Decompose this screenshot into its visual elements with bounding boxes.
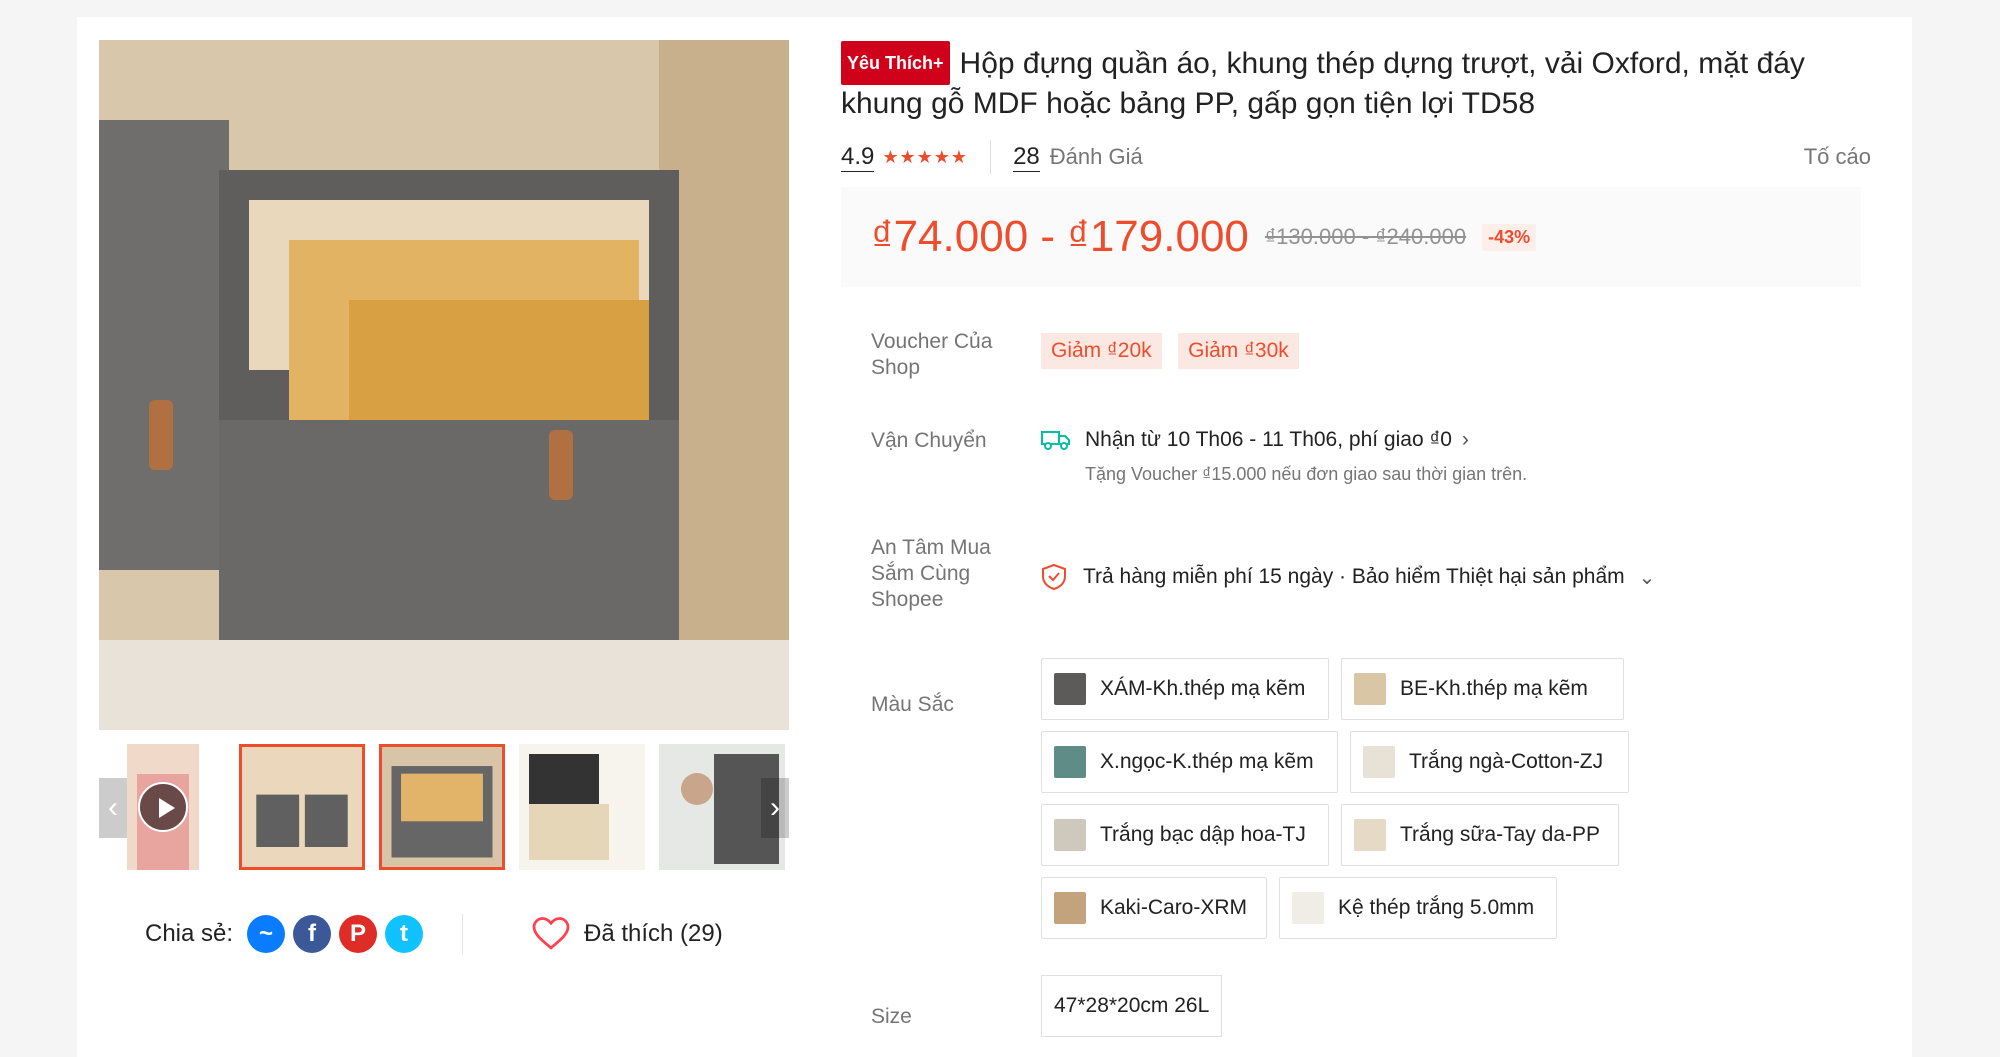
product-card: ‹ › Chia sẻ: ~ f P t Đã thích (29) Yêu T… [77, 17, 1912, 1057]
product-title-text: Hộp đựng quần áo, khung thép dựng trượt,… [841, 47, 1805, 120]
color-swatch [1354, 819, 1386, 851]
size-label: Size [871, 1005, 912, 1028]
share-label: Chia sẻ: [145, 920, 234, 947]
color-option-label: Kaki-Caro-XRM [1100, 896, 1248, 919]
color-option[interactable]: X.ngọc-K.thép mạ kẽm [1041, 731, 1338, 793]
main-product-image[interactable] [99, 40, 789, 730]
color-option-label: X.ngọc-K.thép mạ kẽm [1100, 750, 1314, 773]
star-rating-icon: ★★★★★ [882, 146, 969, 167]
color-option[interactable]: Trắng bạc dập hoa-TJ [1041, 804, 1329, 866]
messenger-icon[interactable]: ~ [247, 915, 286, 953]
current-price: ₫74.000 - ₫179.000 [871, 212, 1249, 261]
voucher-item[interactable]: Giảm ₫30k [1178, 333, 1299, 369]
color-option[interactable]: Trắng sữa-Tay da-PP [1341, 804, 1619, 866]
thumbnail-3[interactable] [519, 744, 645, 870]
favorite-badge: Yêu Thích+ [841, 41, 950, 85]
liked-count: Đã thích (29) [584, 920, 723, 947]
color-option-label: BE-Kh.thép mạ kẽm [1400, 677, 1588, 700]
color-swatch [1054, 746, 1086, 778]
thumbnail-strip: ‹ › [99, 744, 789, 870]
thumbnail-1[interactable] [239, 744, 365, 870]
color-swatch [1054, 892, 1086, 924]
price-box: ₫74.000 - ₫179.000 ₫130.000 - ₫240.000 -… [841, 187, 1861, 287]
product-title: Yêu Thích+ Hộp đựng quần áo, khung thép d… [841, 41, 1881, 123]
assurance-info[interactable]: Trả hàng miễn phí 15 ngày · Bảo hiểm Thi… [1041, 563, 1741, 591]
color-option[interactable]: Kaki-Caro-XRM [1041, 877, 1267, 939]
color-option[interactable]: XÁM-Kh.thép mạ kẽm [1041, 658, 1329, 720]
color-swatch [1054, 819, 1086, 851]
color-swatch [1054, 673, 1086, 705]
shipping-text: Nhận từ 10 Th06 - 11 Th06, phí giao ₫0 [1085, 428, 1452, 451]
color-swatch [1292, 892, 1324, 924]
size-option[interactable]: 47*28*20cm 26L [1041, 975, 1223, 1037]
twitter-icon[interactable]: t [385, 915, 424, 953]
original-price: ₫130.000 - ₫240.000 [1264, 224, 1467, 249]
heart-icon[interactable] [532, 917, 570, 951]
color-swatch [1363, 746, 1395, 778]
voucher-label: Voucher Của Shop [871, 330, 993, 379]
rating-value[interactable]: 4.9 [841, 143, 875, 172]
color-option[interactable]: Trắng ngà-Cotton-ZJ [1350, 731, 1629, 793]
shipping-info[interactable]: Nhận từ 10 Th06 - 11 Th06, phí giao ₫0 ›… [1041, 428, 1741, 485]
color-option-label: Trắng bạc dập hoa-TJ [1100, 823, 1306, 846]
pinterest-icon[interactable]: P [339, 915, 378, 953]
product-info: Yêu Thích+ Hộp đựng quần áo, khung thép d… [841, 41, 1881, 287]
play-icon[interactable] [138, 782, 188, 832]
shield-icon [1042, 563, 1066, 591]
size-option-label: 47*28*20cm 26L [1054, 994, 1210, 1017]
shipping-subtext: Tặng Voucher ₫15.000 nếu đơn giao sau th… [1085, 464, 1528, 484]
rating-row: 4.9 ★★★★★ 28 Đánh Giá Tố cáo [841, 137, 1881, 177]
facebook-icon[interactable]: f [293, 915, 332, 953]
shipping-label: Vận Chuyển [871, 429, 987, 452]
assurance-text: Trả hàng miễn phí 15 ngày · Bảo hiểm Thi… [1083, 565, 1625, 588]
color-option-label: Trắng sữa-Tay da-PP [1400, 823, 1601, 846]
color-option[interactable]: BE-Kh.thép mạ kẽm [1341, 658, 1624, 720]
voucher-item[interactable]: Giảm ₫20k [1041, 333, 1162, 369]
discount-badge: -43% [1482, 223, 1537, 251]
truck-icon [1041, 431, 1070, 450]
color-option-label: XÁM-Kh.thép mạ kẽm [1100, 677, 1306, 700]
chevron-right-icon[interactable]: › [1462, 428, 1469, 452]
share-divider [462, 914, 463, 954]
color-option-label: Kệ thép trắng 5.0mm [1338, 896, 1535, 919]
chevron-down-icon[interactable]: ⌄ [1639, 565, 1656, 590]
like-button[interactable]: Đã thích (29) [532, 914, 723, 954]
review-label: Đánh Giá [1049, 144, 1143, 169]
color-swatch [1354, 673, 1386, 705]
rating-divider [990, 140, 992, 174]
assurance-label: An Tâm Mua Sắm Cùng Shopee [871, 536, 991, 611]
next-arrow-icon[interactable]: › [761, 778, 789, 838]
color-option[interactable]: Kệ thép trắng 5.0mm [1279, 877, 1557, 939]
report-link[interactable]: Tố cáo [1804, 144, 1871, 170]
color-option-label: Trắng ngà-Cotton-ZJ [1409, 750, 1604, 773]
thumbnail-video[interactable] [127, 744, 199, 870]
thumbnail-2[interactable] [379, 744, 505, 870]
review-count[interactable]: 28 [1013, 143, 1040, 172]
color-label: Màu Sắc [871, 693, 954, 716]
prev-arrow-icon[interactable]: ‹ [99, 778, 127, 838]
voucher-list: Giảm ₫20k Giảm ₫30k [1041, 333, 1541, 369]
share-row: Chia sẻ: ~ f P t [145, 914, 424, 954]
